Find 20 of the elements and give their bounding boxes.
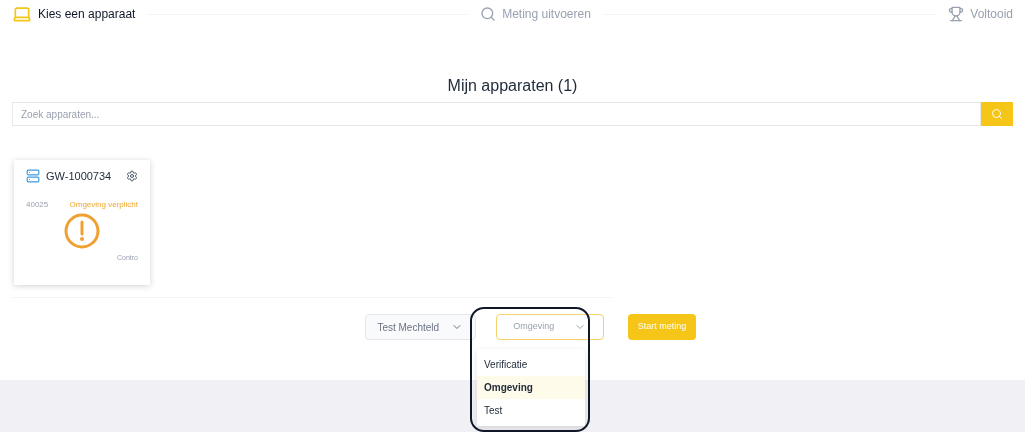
- dropdown-option[interactable]: Omgeving: [477, 376, 585, 399]
- settings-icon[interactable]: [126, 170, 138, 183]
- dropdown-option[interactable]: Verificatie: [477, 353, 585, 376]
- device-name: GW-1000734: [46, 169, 113, 184]
- warning-icon: [64, 212, 100, 249]
- search-icon: [991, 108, 1003, 120]
- device-code: 40025: [26, 198, 49, 211]
- type-select[interactable]: Omgeving: [495, 314, 604, 340]
- search-field[interactable]: Zoek apparaten...: [12, 102, 981, 126]
- step[interactable]: Meting uitvoeren: [480, 5, 591, 23]
- step[interactable]: Kies een apparaat: [12, 4, 136, 24]
- laptop-icon: [12, 4, 32, 24]
- device-icon: [26, 169, 40, 184]
- device-status: Omgeving verplicht: [69, 198, 138, 211]
- page-title: Mijn apparaten (1): [446, 76, 579, 96]
- search-icon: [480, 6, 497, 22]
- dropdown-option[interactable]: Test: [477, 399, 585, 422]
- user-select[interactable]: Test Mechteld: [364, 314, 476, 340]
- step[interactable]: Voltooid: [948, 5, 1013, 23]
- trophy-icon: [948, 6, 965, 22]
